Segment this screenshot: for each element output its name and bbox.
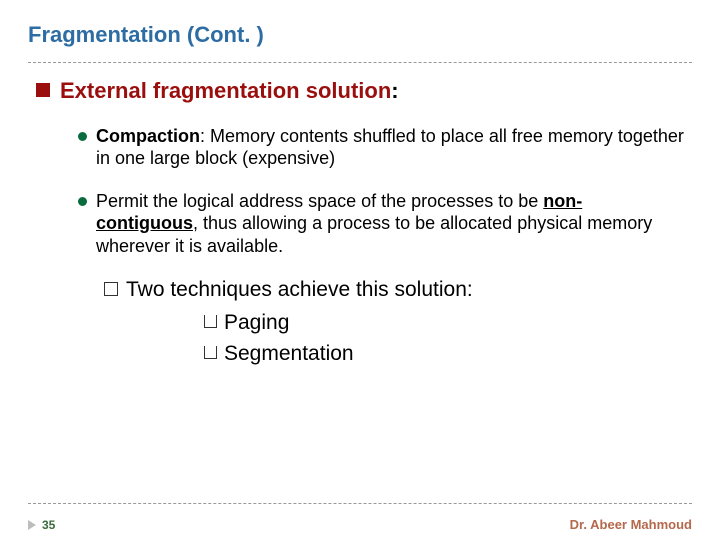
inner-row-two: Two techniques achieve this solution: [104,277,684,302]
slide: Fragmentation (Cont. ) External fragment… [0,0,720,540]
inner-row-paging: Paging [204,310,684,335]
content-area: External fragmentation solution: Compact… [28,63,692,367]
box-bullet-icon [104,282,118,296]
triangle-icon [28,520,36,530]
bullet-item-2: Permit the logical address space of the … [78,190,684,258]
heading-row: External fragmentation solution: [36,77,684,105]
inner-segmentation-text: Segmentation [224,341,354,366]
inner-paging-text: Paging [224,310,289,335]
page-number: 35 [42,518,55,532]
bullet-2-body: Permit the logical address space of the … [96,190,684,258]
square-bullet-icon [36,83,50,97]
divider-bottom [28,503,692,504]
author-name: Dr. Abeer Mahmoud [570,517,692,532]
bullet-2-pre: Permit the logical address space of the … [96,191,543,211]
heading-text: External fragmentation solution [60,78,391,103]
inner-row-segmentation: Segmentation [204,341,684,366]
inner-two-text: Two techniques achieve this solution: [126,277,473,302]
bullet-1-term: Compaction [96,126,200,146]
inner-list-level2: Paging Segmentation [104,310,684,366]
dot-bullet-icon [78,197,87,206]
section-heading: External fragmentation solution: [60,77,399,105]
slide-title: Fragmentation (Cont. ) [28,22,692,48]
open-box-bullet-icon [204,346,217,359]
bullet-1-body: Compaction: Memory contents shuffled to … [96,125,684,170]
bullet-list: Compaction: Memory contents shuffled to … [36,125,684,258]
dot-bullet-icon [78,132,87,141]
footer: 35 Dr. Abeer Mahmoud [28,517,692,532]
open-box-bullet-icon [204,315,217,328]
page-indicator: 35 [28,518,55,532]
bullet-item-1: Compaction: Memory contents shuffled to … [78,125,684,170]
heading-colon: : [391,78,398,103]
inner-list: Two techniques achieve this solution: Pa… [36,277,684,367]
